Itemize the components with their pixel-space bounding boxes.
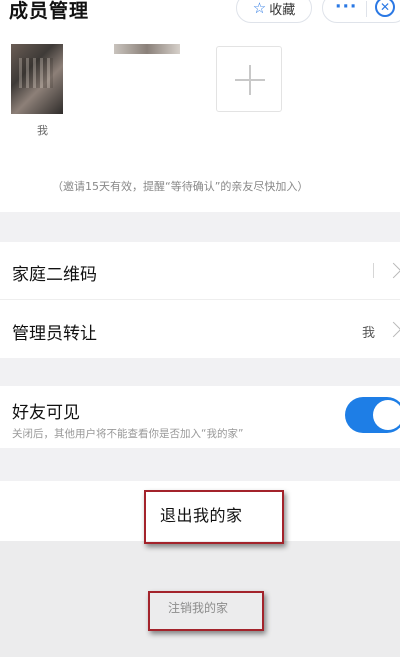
header-bar: 成员管理 ☆ 收藏 ··· ✕ <box>0 0 400 28</box>
friends-visible-label: 好友可见 <box>12 403 80 423</box>
annotation-box-cancel <box>148 591 264 631</box>
invite-note: （邀请15天有效，提醒“等待确认”的亲友尽快加入） <box>52 180 309 193</box>
mini-program-capsule: ··· ✕ <box>322 0 400 23</box>
avatar[interactable] <box>11 44 63 114</box>
family-qr-code-label: 家庭二维码 <box>12 265 97 285</box>
favorite-button[interactable]: ☆ 收藏 <box>236 0 312 23</box>
member-label-me: 我 <box>37 124 48 137</box>
friends-visible-toggle[interactable] <box>345 397 400 433</box>
toggle-knob <box>373 400 400 430</box>
section-divider <box>0 448 400 481</box>
row-divider <box>373 263 374 278</box>
admin-transfer-label: 管理员转让 <box>12 324 97 344</box>
admin-transfer-value: 我 <box>362 326 376 341</box>
close-icon[interactable]: ✕ <box>375 0 395 17</box>
add-member-button[interactable] <box>216 46 282 112</box>
capsule-divider <box>366 1 367 17</box>
friends-visible-description: 关闭后，其他用户将不能查看你是否加入“我的家” <box>12 428 244 440</box>
admin-transfer-row[interactable]: 管理员转让 我 <box>0 300 400 358</box>
more-icon[interactable]: ··· <box>335 0 357 17</box>
chevron-right-icon <box>385 262 400 279</box>
favorite-label: 收藏 <box>269 2 296 18</box>
friends-visible-row: 好友可见 关闭后，其他用户将不能查看你是否加入“我的家” <box>0 386 400 448</box>
page-title: 成员管理 <box>9 0 90 22</box>
section-divider <box>0 212 400 242</box>
avatar[interactable] <box>114 44 180 54</box>
chevron-right-icon <box>385 321 400 338</box>
annotation-box-exit <box>144 490 284 544</box>
star-icon: ☆ <box>252 0 267 17</box>
family-qr-code-row[interactable]: 家庭二维码 <box>0 242 400 300</box>
section-divider <box>0 358 400 386</box>
